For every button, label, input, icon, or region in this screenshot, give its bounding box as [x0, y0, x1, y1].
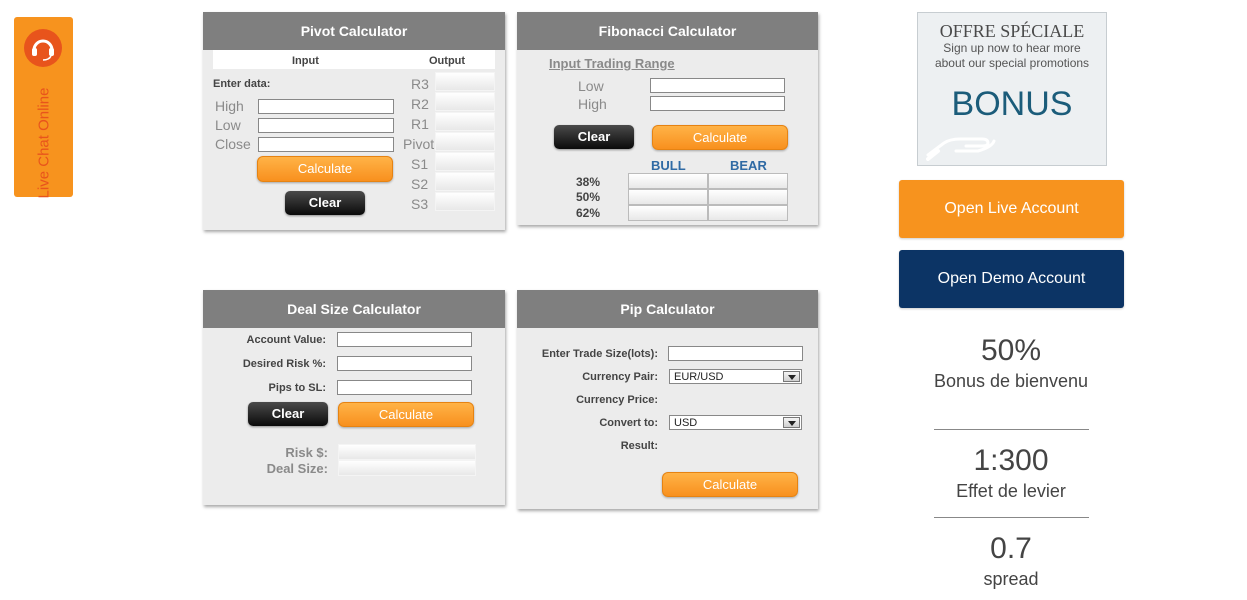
pivot-output-header: Output — [429, 55, 466, 67]
pivot-r3-output — [435, 72, 495, 91]
live-chat-tab[interactable]: Live Chat Online — [14, 17, 73, 199]
fibonacci-50-bull — [628, 189, 708, 205]
deal-size-clear-button[interactable]: Clear — [248, 402, 328, 426]
pivot-pivot-output — [435, 132, 495, 151]
pivot-low-label: Low — [215, 117, 241, 133]
pivot-high-label: High — [215, 98, 244, 114]
pivot-r1-label: R1 — [411, 116, 429, 132]
pivot-s3-output — [435, 192, 495, 211]
open-live-account-button[interactable]: Open Live Account — [899, 180, 1124, 238]
headset-icon — [24, 29, 62, 67]
desired-risk-input[interactable] — [337, 356, 472, 371]
pivot-close-input[interactable] — [258, 137, 394, 152]
promo-text: Sign up now to hear more about our speci… — [934, 41, 1090, 70]
pivot-low-input[interactable] — [258, 118, 394, 133]
currency-pair-select[interactable]: EUR/USD — [669, 369, 802, 384]
fibonacci-62-bull — [628, 205, 708, 221]
pivot-r1-output — [435, 112, 495, 131]
special-offer-banner[interactable]: OFFRE SPÉCIALE Sign up now to hear more … — [917, 12, 1107, 166]
fibonacci-62-bear — [708, 205, 788, 221]
stat-divider — [934, 517, 1089, 518]
deal-size-output — [338, 460, 476, 476]
trade-size-label: Enter Trade Size(lots): — [541, 348, 658, 360]
deal-size-label: Deal Size: — [266, 461, 328, 476]
hand-icon — [926, 137, 996, 161]
open-demo-account-button[interactable]: Open Demo Account — [899, 250, 1124, 308]
fibonacci-38-bull — [628, 173, 708, 189]
fibonacci-38-bear — [708, 173, 788, 189]
pips-to-sl-label: Pips to SL: — [268, 382, 326, 394]
fibonacci-low-label: Low — [578, 78, 604, 94]
fibonacci-low-input[interactable] — [650, 78, 785, 93]
pivot-s3-label: S3 — [411, 196, 429, 212]
stat-leverage-value: 1:300 — [973, 444, 1049, 477]
fibonacci-bull-header: BULL — [651, 158, 686, 173]
account-value-input[interactable] — [337, 332, 472, 347]
trade-size-input[interactable] — [668, 346, 803, 361]
pivot-calculate-button[interactable]: Calculate — [257, 156, 393, 182]
convert-to-select[interactable]: USD — [669, 415, 802, 430]
convert-to-label: Convert to: — [599, 417, 658, 429]
pivot-calculator: Pivot Calculator Input Output Enter data… — [203, 12, 505, 230]
pivot-enter-data-label: Enter data: — [213, 78, 271, 90]
fibonacci-calculator: Fibonacci Calculator Input Trading Range… — [517, 12, 818, 225]
pivot-s1-label: S1 — [411, 156, 429, 172]
currency-pair-label: Currency Pair: — [582, 371, 658, 383]
fibonacci-50-bear — [708, 189, 788, 205]
pips-to-sl-input[interactable] — [337, 380, 472, 395]
open-live-account-label: Open Live Account — [944, 200, 1079, 217]
deal-size-calculate-button[interactable]: Calculate — [338, 402, 474, 427]
deal-size-calculator: Deal Size Calculator Account Value: Desi… — [203, 290, 505, 505]
pip-title: Pip Calculator — [517, 290, 818, 328]
fibonacci-38-label: 38% — [576, 175, 601, 189]
result-label: Result: — [620, 440, 658, 452]
convert-to-value: USD — [674, 417, 698, 429]
pip-calculate-button[interactable]: Calculate — [662, 472, 798, 497]
promo-heading: OFFRE SPÉCIALE — [939, 21, 1085, 41]
fibonacci-high-input[interactable] — [650, 96, 785, 111]
stat-spread-value: 0.7 — [990, 532, 1032, 565]
pivot-r2-label: R2 — [411, 96, 429, 112]
live-chat-label: Live Chat Online — [35, 87, 53, 199]
currency-pair-value: EUR/USD — [674, 371, 724, 383]
pivot-pivot-label: Pivot — [403, 136, 435, 152]
stat-divider — [934, 429, 1089, 430]
fibonacci-high-label: High — [578, 96, 607, 112]
pivot-high-input[interactable] — [258, 99, 394, 114]
pivot-close-label: Close — [215, 136, 251, 152]
currency-price-label: Currency Price: — [576, 394, 658, 406]
fibonacci-clear-button[interactable]: Clear — [554, 125, 634, 149]
promo-bonus: BONUS — [951, 85, 1073, 123]
dropdown-arrow-icon — [783, 417, 800, 428]
dropdown-arrow-icon — [783, 371, 800, 382]
pivot-r2-output — [435, 92, 495, 111]
pivot-title: Pivot Calculator — [203, 12, 505, 50]
fibonacci-bear-header: BEAR — [730, 158, 767, 173]
open-demo-account-label: Open Demo Account — [937, 270, 1086, 287]
account-value-label: Account Value: — [246, 334, 326, 346]
fibonacci-62-label: 62% — [576, 206, 601, 220]
stat-spread-label: spread — [983, 569, 1039, 589]
pivot-s2-output — [435, 172, 495, 191]
stat-leverage-label: Effet de levier — [956, 481, 1066, 501]
fibonacci-range-label: Input Trading Range — [549, 56, 675, 71]
risk-label: Risk $: — [285, 445, 328, 460]
stat-bonus-value: 50% — [980, 334, 1042, 367]
pivot-s2-label: S2 — [411, 176, 429, 192]
desired-risk-label: Desired Risk %: — [242, 358, 326, 370]
deal-size-title: Deal Size Calculator — [203, 290, 505, 328]
pivot-s1-output — [435, 152, 495, 171]
fibonacci-title: Fibonacci Calculator — [517, 12, 818, 50]
pivot-r3-label: R3 — [411, 76, 429, 92]
pivot-input-header: Input — [292, 55, 319, 67]
pip-calculator: Pip Calculator Enter Trade Size(lots): C… — [517, 290, 818, 509]
stat-bonus-label: Bonus de bienvenu — [933, 371, 1089, 391]
fibonacci-50-label: 50% — [576, 190, 601, 204]
fibonacci-calculate-button[interactable]: Calculate — [652, 125, 788, 150]
pivot-clear-button[interactable]: Clear — [285, 191, 365, 215]
risk-output — [338, 444, 476, 460]
